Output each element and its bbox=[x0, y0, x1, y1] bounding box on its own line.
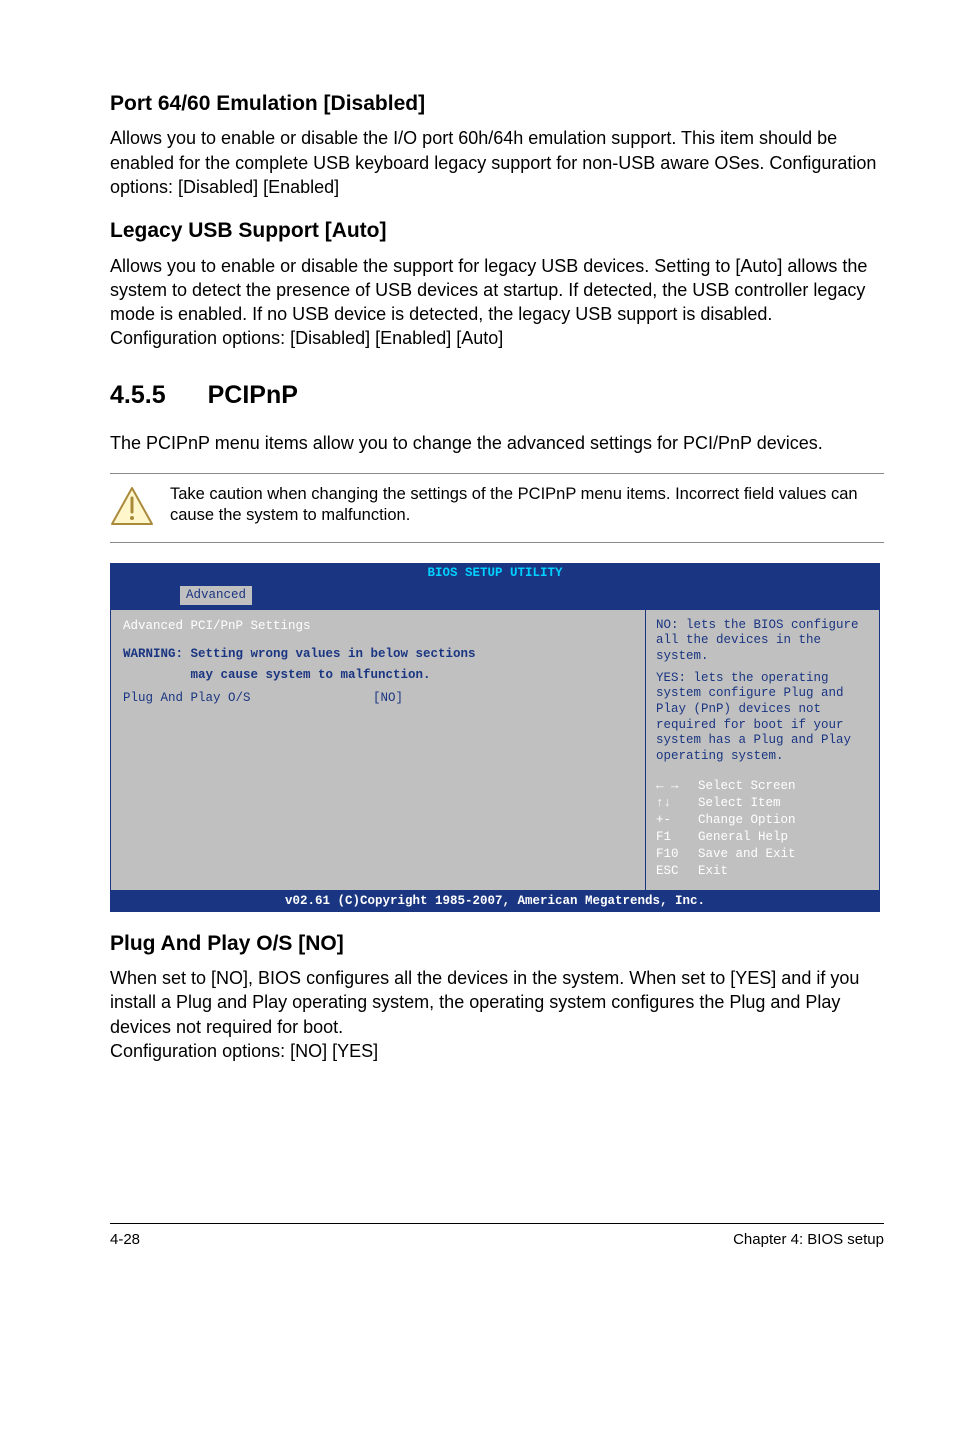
heading-plug-play: Plug And Play O/S [NO] bbox=[110, 930, 884, 958]
bios-warning-line2: may cause system to malfunction. bbox=[123, 668, 633, 684]
footer-chapter: Chapter 4: BIOS setup bbox=[733, 1230, 884, 1250]
bios-setting-row: Plug And Play O/S [NO] bbox=[123, 690, 633, 707]
bios-key-select-screen: Select Screen bbox=[698, 778, 796, 795]
bios-warning-line1: WARNING: Setting wrong values in below s… bbox=[123, 647, 633, 663]
bios-help-no: NO: lets the BIOS configure all the devi… bbox=[656, 618, 869, 665]
bios-help-text: NO: lets the BIOS configure all the devi… bbox=[646, 610, 879, 773]
subsection-number: 4.5.5 bbox=[110, 379, 166, 413]
bios-key-change-option: Change Option bbox=[698, 812, 796, 829]
body-plug-play-2: Configuration options: [NO] [YES] bbox=[110, 1039, 884, 1063]
body-legacy-usb-1: Allows you to enable or disable the supp… bbox=[110, 254, 884, 327]
bios-key-f10: F10 bbox=[656, 846, 698, 863]
bios-help-yes: YES: lets the operating system configure… bbox=[656, 671, 869, 765]
bios-tab-advanced: Advanced bbox=[180, 586, 252, 605]
caution-text: Take caution when changing the settings … bbox=[170, 484, 884, 527]
bios-key-select-item: Select Item bbox=[698, 795, 781, 812]
arrows-ud-icon: ↑↓ bbox=[656, 795, 698, 812]
caution-box: Take caution when changing the settings … bbox=[110, 473, 884, 543]
bios-footer: v02.61 (C)Copyright 1985-2007, American … bbox=[110, 891, 880, 912]
bios-tab-bar: Advanced bbox=[110, 584, 880, 609]
bios-left-title: Advanced PCI/PnP Settings bbox=[123, 618, 633, 635]
body-pcipnp-intro: The PCIPnP menu items allow you to chang… bbox=[110, 431, 884, 455]
page-footer: 4-28 Chapter 4: BIOS setup bbox=[110, 1223, 884, 1250]
bios-setting-label: Plug And Play O/S bbox=[123, 690, 373, 707]
bios-key-esc: ESC bbox=[656, 863, 698, 880]
body-port-emulation: Allows you to enable or disable the I/O … bbox=[110, 126, 884, 199]
subsection-heading-pcipnp: 4.5.5 PCIPnP bbox=[110, 379, 884, 413]
bios-key-general-help: General Help bbox=[698, 829, 788, 846]
arrows-lr-icon: ← → bbox=[656, 778, 698, 795]
heading-legacy-usb: Legacy USB Support [Auto] bbox=[110, 217, 884, 245]
subsection-title: PCIPnP bbox=[208, 379, 298, 413]
heading-port-emulation: Port 64/60 Emulation [Disabled] bbox=[110, 90, 884, 118]
bios-right-panel: NO: lets the BIOS configure all the devi… bbox=[645, 609, 880, 891]
bios-left-panel: Advanced PCI/PnP Settings WARNING: Setti… bbox=[110, 609, 645, 891]
bios-keys: ← → Select Screen ↑↓ Select Item +- Chan… bbox=[646, 772, 879, 889]
bios-key-exit: Exit bbox=[698, 863, 728, 880]
caution-icon bbox=[110, 484, 170, 532]
bios-key-plusminus: +- bbox=[656, 812, 698, 829]
body-plug-play-1: When set to [NO], BIOS configures all th… bbox=[110, 966, 884, 1039]
bios-screenshot: BIOS SETUP UTILITY Advanced Advanced PCI… bbox=[110, 563, 880, 912]
body-legacy-usb-2: Configuration options: [Disabled] [Enabl… bbox=[110, 326, 884, 350]
bios-header: BIOS SETUP UTILITY bbox=[110, 563, 880, 584]
bios-key-f1: F1 bbox=[656, 829, 698, 846]
bios-key-save-exit: Save and Exit bbox=[698, 846, 796, 863]
bios-setting-value: [NO] bbox=[373, 690, 403, 707]
footer-page-number: 4-28 bbox=[110, 1230, 140, 1250]
